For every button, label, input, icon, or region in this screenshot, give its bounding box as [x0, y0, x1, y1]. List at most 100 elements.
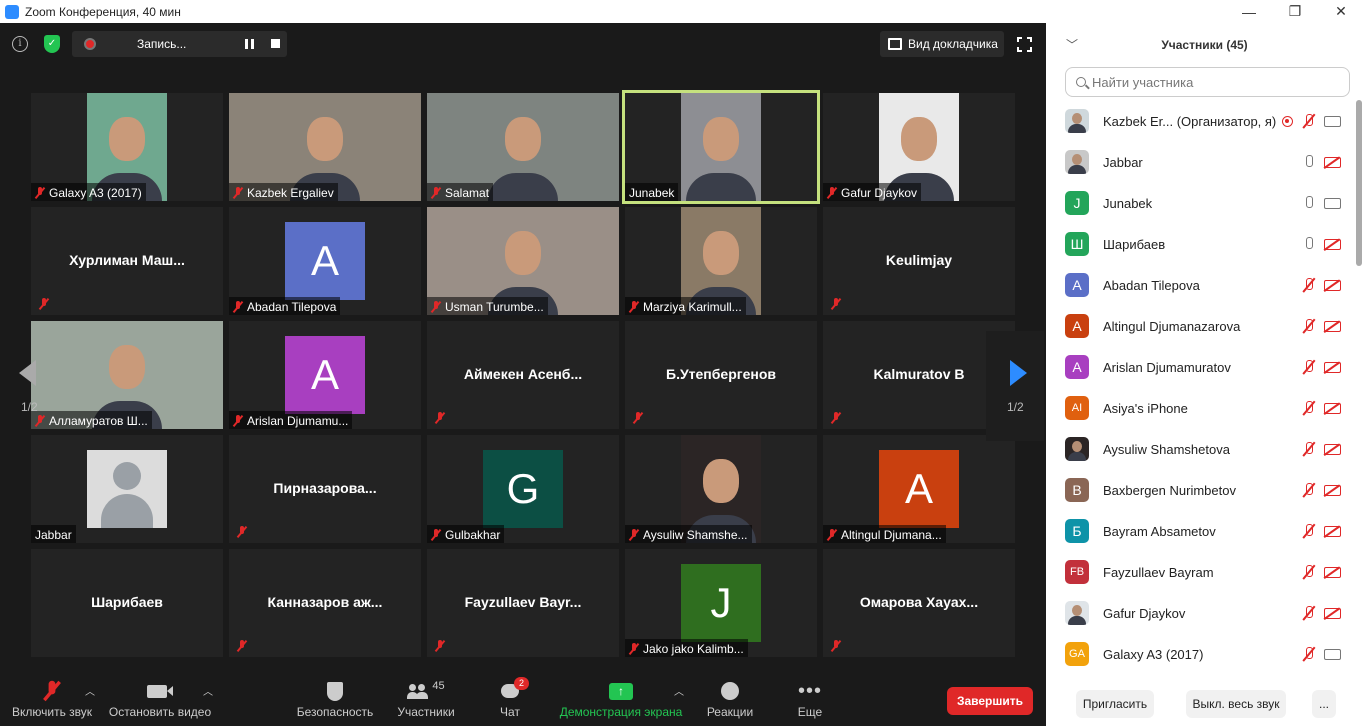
video-tile[interactable]: Salamat [427, 93, 619, 201]
more-button[interactable]: ••• Еще [795, 677, 825, 719]
video-tile[interactable]: J Jako jako Kalimb... [625, 549, 817, 657]
video-tile[interactable]: Аймекен Асенб... [427, 321, 619, 429]
microphone-muted-icon[interactable] [1302, 647, 1314, 661]
avatar-letter: J [681, 564, 761, 642]
video-tile[interactable]: G Gulbakhar [427, 435, 619, 543]
previous-page-arrow-icon[interactable] [19, 360, 36, 386]
microphone-muted-icon[interactable] [1302, 401, 1314, 415]
video-tile[interactable]: A Abadan Tilepova [229, 207, 421, 315]
participant-row[interactable]: Aysuliw Shamshetova [1046, 429, 1356, 470]
participant-row[interactable]: AI Asiya's iPhone [1046, 388, 1356, 429]
video-tile[interactable]: Keulimjay [823, 207, 1015, 315]
more-options-button[interactable]: ... [1312, 690, 1336, 718]
microphone-icon[interactable] [1302, 237, 1314, 251]
video-camera-icon[interactable] [1324, 198, 1341, 209]
participant-name: Gafur Djaykov [841, 186, 918, 200]
video-off-icon[interactable] [1324, 444, 1341, 455]
participant-row[interactable]: Ш Шарибаев [1046, 224, 1356, 265]
participant-status-icons [1302, 236, 1342, 254]
video-options-caret-icon[interactable]: ︿ [203, 683, 213, 698]
video-off-icon[interactable] [1324, 239, 1341, 250]
microphone-muted-icon[interactable] [1302, 606, 1314, 620]
video-tile[interactable]: Шарибаев [31, 549, 223, 657]
stop-video-button[interactable]: Остановить видео [108, 677, 212, 719]
video-tile[interactable]: Алламуратов Ш... [31, 321, 223, 429]
video-off-icon[interactable] [1324, 567, 1341, 578]
video-tile[interactable]: Marziya Karimull... [625, 207, 817, 315]
video-off-icon[interactable] [1324, 362, 1341, 373]
participant-row[interactable]: A Abadan Tilepova [1046, 265, 1356, 306]
microphone-muted-icon[interactable] [1302, 483, 1314, 497]
video-tile[interactable]: Канназаров аж... [229, 549, 421, 657]
microphone-muted-icon[interactable] [1302, 278, 1314, 292]
video-off-icon[interactable] [1324, 280, 1341, 291]
security-button[interactable]: Безопасность [296, 677, 374, 719]
encryption-shield-icon[interactable]: ✓ [44, 35, 60, 53]
microphone-muted-icon[interactable] [1302, 524, 1314, 538]
microphone-muted-icon[interactable] [1302, 442, 1314, 456]
video-tile[interactable]: Хурлиман Маш... [31, 207, 223, 315]
video-tile[interactable]: Kazbek Ergaliev [229, 93, 421, 201]
pause-recording-icon[interactable] [245, 39, 254, 49]
video-camera-icon[interactable] [1324, 116, 1341, 127]
next-page-arrow-icon[interactable] [1010, 360, 1027, 386]
participant-row[interactable]: Kazbek Er... (Организатор, я) [1046, 101, 1356, 142]
video-off-icon[interactable] [1324, 485, 1341, 496]
participant-row[interactable]: FB Fayzullaev Bayram [1046, 552, 1356, 593]
video-tile[interactable]: Б.Утепбергенов [625, 321, 817, 429]
video-tile[interactable]: A Altingul Djumana... [823, 435, 1015, 543]
microphone-icon[interactable] [1302, 196, 1314, 210]
fullscreen-icon[interactable] [1016, 36, 1033, 53]
stop-recording-icon[interactable] [271, 39, 280, 48]
participants-icon [407, 683, 429, 699]
microphone-icon[interactable] [1302, 155, 1314, 169]
video-off-icon[interactable] [1324, 403, 1341, 414]
microphone-muted-icon[interactable] [1302, 114, 1314, 128]
chat-button[interactable]: 2 Чат [494, 677, 529, 719]
share-screen-button[interactable]: ↑ Демонстрация экрана [558, 677, 684, 719]
participant-list-scrollbar[interactable] [1356, 100, 1362, 266]
minimize-button[interactable]: — [1226, 0, 1272, 23]
close-button[interactable]: ✕ [1318, 0, 1363, 23]
video-tile[interactable]: Fayzullaev Bayr... [427, 549, 619, 657]
microphone-muted-icon [629, 301, 639, 313]
microphone-muted-icon[interactable] [1302, 319, 1314, 333]
video-tile[interactable]: Junabek [622, 90, 820, 204]
video-off-icon[interactable] [1324, 526, 1341, 537]
video-tile[interactable]: Омарова Хаyах... [823, 549, 1015, 657]
video-tile[interactable]: Aysuliw Shamshe... [625, 435, 817, 543]
video-tile[interactable]: Galaxy A3 (2017) [31, 93, 223, 201]
participants-button[interactable]: 45 Участники [395, 677, 457, 719]
video-tile[interactable]: A Arislan Djumamu... [229, 321, 421, 429]
speaker-view-button[interactable]: Вид докладчика [880, 31, 1004, 57]
share-options-caret-icon[interactable]: ︿ [674, 683, 684, 698]
video-tile[interactable]: Usman Turumbe... [427, 207, 619, 315]
search-placeholder: Найти участника [1092, 74, 1194, 90]
restore-button[interactable]: ❐ [1272, 0, 1318, 23]
participant-row[interactable]: J Junabek [1046, 183, 1356, 224]
reactions-button[interactable]: Реакции [704, 677, 756, 719]
participant-row[interactable]: Jabbar [1046, 142, 1356, 183]
participant-row[interactable]: Gafur Djaykov [1046, 593, 1356, 634]
participant-row[interactable]: GA Galaxy A3 (2017) [1046, 634, 1356, 675]
invite-button[interactable]: Пригласить [1076, 690, 1154, 718]
video-off-icon[interactable] [1324, 608, 1341, 619]
video-camera-icon[interactable] [1324, 649, 1341, 660]
microphone-muted-icon[interactable] [1302, 565, 1314, 579]
video-off-icon[interactable] [1324, 321, 1341, 332]
video-tile[interactable]: Jabbar [31, 435, 223, 543]
video-tile[interactable]: Пирназарова... [229, 435, 421, 543]
participant-search-field[interactable]: Найти участника [1065, 67, 1350, 97]
microphone-muted-icon[interactable] [1302, 360, 1314, 374]
audio-options-caret-icon[interactable]: ︿ [85, 683, 95, 698]
participant-row[interactable]: Б Bayram Absametov [1046, 511, 1356, 552]
video-tile[interactable]: Gafur Djaykov [823, 93, 1015, 201]
end-meeting-button[interactable]: Завершить [947, 687, 1033, 715]
info-icon[interactable]: i [12, 36, 28, 52]
video-off-icon[interactable] [1324, 157, 1341, 168]
participant-row[interactable]: A Altingul Djumanazarova [1046, 306, 1356, 347]
mute-all-button[interactable]: Выкл. весь звук [1186, 690, 1286, 718]
participant-row[interactable]: A Arislan Djumamuratov [1046, 347, 1356, 388]
participant-row[interactable]: B Baxbergen Nurimbetov [1046, 470, 1356, 511]
unmute-button[interactable]: Включить звук [8, 677, 96, 719]
